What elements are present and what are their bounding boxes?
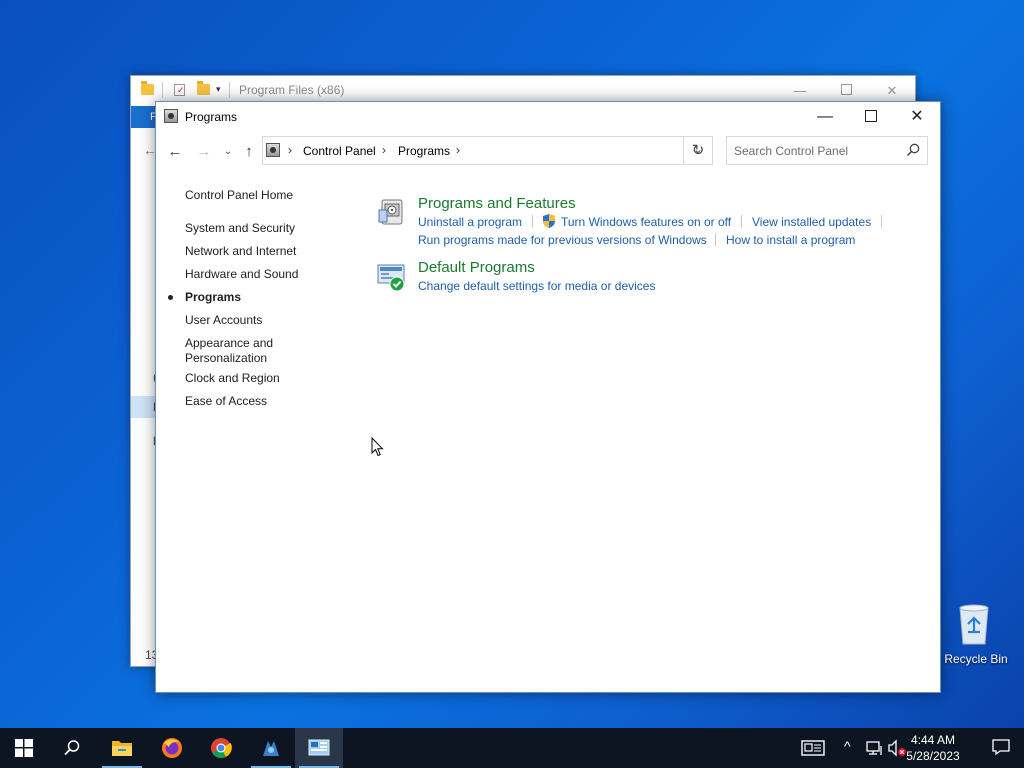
forward-button[interactable]: → xyxy=(193,142,215,162)
programs-and-features-icon[interactable] xyxy=(376,196,408,228)
background-minimize-button[interactable]: — xyxy=(777,80,823,102)
navigation-bar: ← → ⌄ ↑ › Control Panel › Programs › ⌄ ↻ xyxy=(156,136,940,168)
divider xyxy=(715,233,716,246)
divider xyxy=(162,82,163,98)
app-taskbar-button[interactable] xyxy=(247,728,295,768)
nav-system-and-security[interactable]: System and Security xyxy=(185,221,295,236)
folder-icon xyxy=(141,81,154,95)
search-icon xyxy=(64,740,80,756)
divider xyxy=(532,215,533,228)
up-button[interactable]: ↑ xyxy=(238,142,260,162)
customize-qat-icon[interactable]: ▾ xyxy=(216,84,221,95)
app-icon xyxy=(263,741,279,756)
nav-hardware-and-sound[interactable]: Hardware and Sound xyxy=(185,267,298,282)
file-explorer-icon xyxy=(112,741,132,756)
properties-icon[interactable]: ✓ xyxy=(174,84,185,96)
search-input[interactable] xyxy=(734,142,894,160)
back-button[interactable]: ← xyxy=(164,142,186,162)
clock-time: 4:44 AM xyxy=(910,733,956,747)
nav-user-accounts[interactable]: User Accounts xyxy=(185,313,262,328)
firefox-taskbar-button[interactable] xyxy=(148,728,196,768)
breadcrumb-chevron-icon[interactable]: › xyxy=(456,143,460,157)
run-older-programs-link[interactable]: Run programs made for previous versions … xyxy=(418,233,707,247)
breadcrumb-chevron-icon[interactable]: › xyxy=(382,143,386,157)
chrome-taskbar-button[interactable] xyxy=(197,728,245,768)
start-button[interactable] xyxy=(0,728,48,768)
search-icon[interactable] xyxy=(905,142,921,158)
view-installed-updates-link[interactable]: View installed updates xyxy=(752,215,871,229)
minimize-button[interactable]: — xyxy=(802,102,848,132)
maximize-icon xyxy=(865,109,877,122)
system-tray: ^ 4:44 AM 5/28/2023 xyxy=(784,728,1024,768)
recycle-bin-icon xyxy=(959,604,989,645)
clock-date: 5/28/2023 xyxy=(906,749,960,763)
control-panel-taskbar-button[interactable] xyxy=(295,728,343,768)
window-title: Programs xyxy=(185,110,238,124)
recycle-bin-label: Recycle Bin xyxy=(944,652,1008,666)
default-programs-icon[interactable] xyxy=(375,260,407,292)
refresh-button[interactable]: ↻ xyxy=(683,136,713,165)
news-widget-icon[interactable] xyxy=(801,740,825,756)
nav-appearance-and-personalization[interactable]: Appearance and xyxy=(185,336,273,351)
recycle-bin-desktop-icon[interactable]: Recycle Bin xyxy=(942,600,1008,672)
breadcrumb-programs[interactable]: Programs xyxy=(398,144,450,158)
network-icon[interactable] xyxy=(866,740,884,756)
show-hidden-icons-chevron-icon[interactable]: ^ xyxy=(844,738,851,754)
background-file-tab[interactable]: F xyxy=(131,106,157,128)
control-panel-icon xyxy=(164,109,178,123)
change-default-settings-link[interactable]: Change default settings for media or dev… xyxy=(418,279,655,293)
turn-windows-features-link[interactable]: Turn Windows features on or off xyxy=(561,215,731,229)
address-bar[interactable]: › Control Panel › Programs › ⌄ xyxy=(262,136,713,165)
background-window-title: Program Files (x86) xyxy=(239,83,345,97)
nav-programs[interactable]: Programs xyxy=(185,290,241,305)
control-panel-icon xyxy=(266,143,280,157)
programs-and-features-title[interactable]: Programs and Features xyxy=(418,195,576,212)
nav-appearance-and-personalization-line2[interactable]: Personalization xyxy=(185,351,267,366)
uac-shield-icon xyxy=(543,214,555,228)
nav-ease-of-access[interactable]: Ease of Access xyxy=(185,394,267,409)
nav-network-and-internet[interactable]: Network and Internet xyxy=(185,244,296,259)
nav-clock-and-region[interactable]: Clock and Region xyxy=(185,371,280,386)
control-panel-window[interactable]: Programs — ✕ ← → ⌄ ↑ › Control Panel › P… xyxy=(155,101,941,693)
current-item-bullet xyxy=(168,295,173,300)
search-button[interactable] xyxy=(48,728,96,768)
control-panel-home-link[interactable]: Control Panel Home xyxy=(185,188,293,203)
how-to-install-link[interactable]: How to install a program xyxy=(726,233,855,247)
uninstall-program-link[interactable]: Uninstall a program xyxy=(418,215,522,229)
firefox-icon xyxy=(162,738,182,758)
windows-logo-icon xyxy=(15,739,33,757)
new-folder-icon[interactable] xyxy=(197,81,210,95)
background-close-button[interactable]: ✕ xyxy=(869,80,915,102)
breadcrumb-chevron-icon[interactable]: › xyxy=(288,143,292,157)
divider xyxy=(881,215,882,228)
mouse-cursor-icon xyxy=(371,437,384,457)
clock[interactable]: 4:44 AM 5/28/2023 xyxy=(898,732,968,764)
file-explorer-taskbar-button[interactable] xyxy=(98,728,146,768)
recent-locations-button[interactable]: ⌄ xyxy=(217,142,239,162)
background-maximize-button[interactable] xyxy=(823,80,869,102)
chrome-icon xyxy=(211,738,232,759)
divider xyxy=(229,82,230,98)
notifications-icon[interactable] xyxy=(992,739,1010,755)
search-box[interactable] xyxy=(726,136,928,165)
taskbar: ^ 4:44 AM 5/28/2023 xyxy=(0,728,1024,768)
control-panel-icon xyxy=(308,739,330,756)
breadcrumb-control-panel[interactable]: Control Panel xyxy=(303,144,376,158)
titlebar[interactable]: Programs — ✕ xyxy=(156,102,940,132)
maximize-button[interactable] xyxy=(848,102,894,132)
divider xyxy=(741,215,742,228)
default-programs-title[interactable]: Default Programs xyxy=(418,259,535,276)
close-button[interactable]: ✕ xyxy=(894,102,940,132)
